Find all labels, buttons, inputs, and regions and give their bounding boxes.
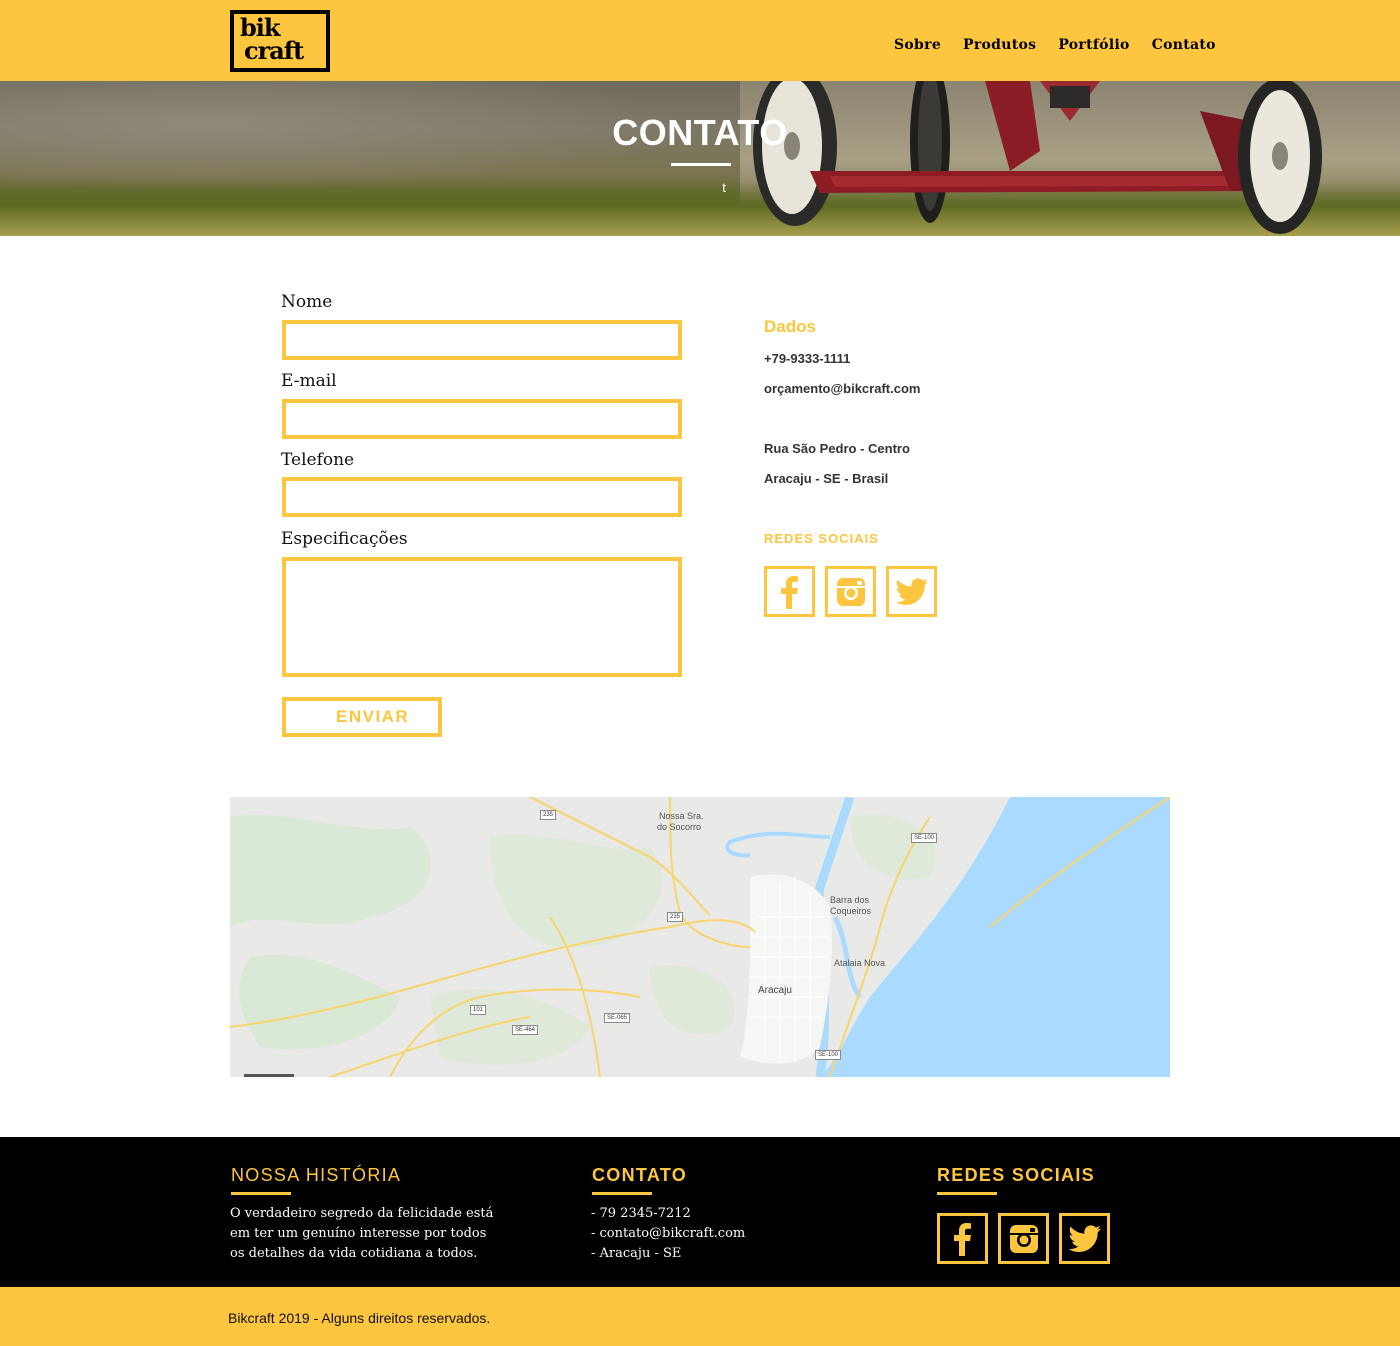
footer-contact-city: - Aracaju - SE [591,1246,682,1261]
name-field[interactable] [282,320,682,360]
road-badge: SE-100 [815,1050,842,1060]
footer-history-underline [231,1192,291,1195]
map-label-atalaia: Atalaia Nova [834,958,886,968]
instagram-icon [836,577,865,606]
footer-twitter-link[interactable] [1059,1213,1110,1264]
map-label-socorro-2: do Socorro [657,822,702,832]
footer-contact-underline [592,1192,652,1195]
specs-field[interactable] [282,557,682,677]
road-badge: 235 [540,810,557,820]
twitter-icon [895,577,928,605]
footer-social-underline [937,1192,997,1195]
logo-text-craft: craft [244,36,304,65]
twitter-link[interactable] [886,566,937,617]
road-badge: SE-100 [911,833,938,843]
nav-link-sobre[interactable]: Sobre [894,37,941,53]
submit-button[interactable]: ENVIAR [282,697,442,737]
map-label-socorro-1: Nossa Sra. [659,811,704,821]
footer-contact-phone: - 79 2345-7212 [591,1206,691,1221]
main-nav: Sobre Produtos Portfólio Contato [894,37,1216,53]
nav-link-produtos[interactable]: Produtos [963,37,1036,53]
specs-label: Especificações [281,529,408,549]
email-label: E-mail [281,371,337,391]
facebook-icon [953,1222,971,1256]
dados-address-line1: Rua São Pedro - Centro [764,441,910,456]
map-label-barra-2: Coqueiros [830,906,872,916]
map-label-barra-1: Barra dos [830,895,870,905]
copyright-bar [0,1287,1400,1346]
facebook-link[interactable] [764,566,815,617]
road-badge: SE-464 [512,1025,539,1035]
footer-social-title: REDES SOCIAIS [937,1165,1095,1185]
footer-facebook-link[interactable] [937,1213,988,1264]
name-input[interactable] [286,324,678,356]
map-graphic [230,797,1170,1077]
name-label: Nome [281,292,333,312]
tricycle-image [753,81,1322,234]
bikcraft-logo[interactable]: bik craft [230,10,330,72]
footer-instagram-link[interactable] [998,1213,1049,1264]
location-map[interactable]: Nossa Sra. do Socorro Barra dos Coqueiro… [230,797,1170,1077]
nav-link-portfolio[interactable]: Portfólio [1058,37,1129,53]
hero-title: CONTATO [612,112,788,153]
footer-history-line2: em ter um genuíno interesse por todos [230,1226,487,1241]
footer-history-line1: O verdadeiro segredo da felicidade está [230,1206,494,1221]
dados-title: Dados [764,317,816,336]
copyright-text: Bikcraft 2019 - Alguns direitos reservad… [228,1310,491,1326]
site-header: bik craft Sobre Produtos Portfólio Conta… [0,0,1400,81]
road-badge: 235 [667,912,684,922]
email-input[interactable] [286,403,678,435]
road-badge: 101 [470,1005,487,1015]
hero-title-underline [671,163,731,166]
dados-phone: +79-9333-1111 [764,351,851,366]
dados-address-line2: Aracaju - SE - Brasil [764,471,889,486]
footer-contact-title: CONTATO [592,1165,688,1185]
footer-contact-email[interactable]: - contato@bikcraft.com [591,1224,745,1244]
site-footer [0,1137,1400,1287]
road-badge: SE-065 [604,1013,631,1023]
specs-textarea[interactable] [286,561,678,673]
map-label-aracaju: Aracaju [758,985,792,996]
twitter-icon [1068,1224,1101,1252]
footer-history-line3: os detalhes da vida cotidiana a todos. [230,1246,478,1261]
nav-link-contato[interactable]: Contato [1152,37,1216,53]
footer-history-title: NOSSA HISTÓRIA [231,1165,402,1185]
phone-field[interactable] [282,477,682,517]
hero-banner: CONTATO t [0,81,1400,236]
dados-email[interactable]: orçamento@bikcraft.com [764,381,920,396]
hero-subtitle: t [722,180,726,195]
dados-social-title: REDES SOCIAIS [764,531,879,546]
instagram-link[interactable] [825,566,876,617]
phone-input[interactable] [286,481,678,513]
phone-label: Telefone [281,450,355,470]
email-field[interactable] [282,399,682,439]
facebook-icon [780,575,798,609]
instagram-icon [1009,1224,1038,1253]
